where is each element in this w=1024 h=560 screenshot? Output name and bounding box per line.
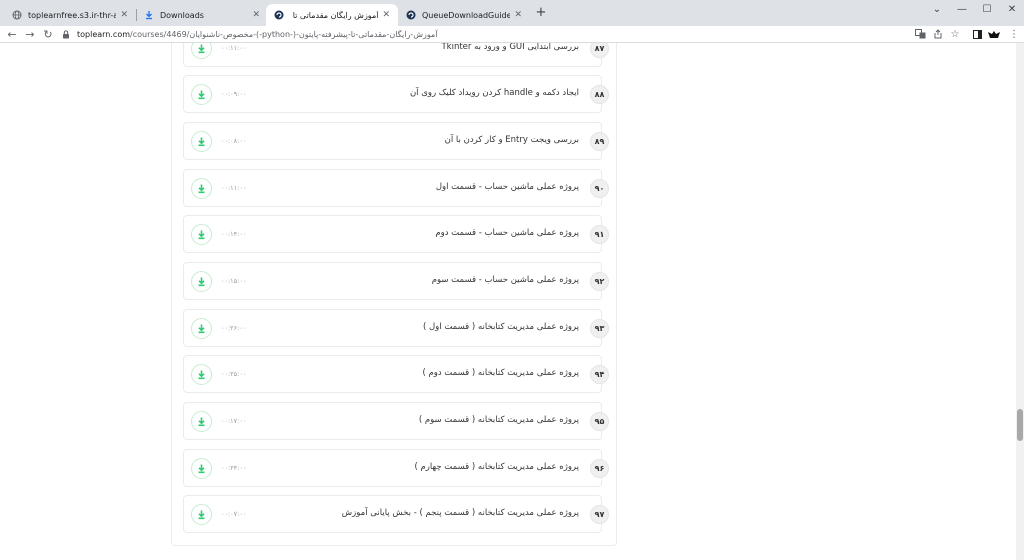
download-icon[interactable] xyxy=(191,43,212,59)
download-icon xyxy=(144,10,154,20)
lesson-duration: ۰۰:۰۷:۰۰ xyxy=(221,510,247,518)
page-content: ۸۷ بررسی ابتدایی GUI و ورود به Tkinter ۰۰:… xyxy=(0,43,1024,560)
lesson-number-badge: ۸۹ xyxy=(590,132,609,151)
lesson-row[interactable]: ۹۷ پروژه عملی مدیریت کتابخانه ( قسمت پنجم… xyxy=(183,495,609,533)
lesson-row[interactable]: ۹۰ پروژه عملی ماشین حساب - قسمت اول ۰۰:۱۱:… xyxy=(183,169,609,207)
download-icon[interactable] xyxy=(191,411,212,432)
lesson-title[interactable]: پروژه عملی ماشین حساب - قسمت اول xyxy=(436,182,579,192)
download-icon[interactable] xyxy=(191,84,212,105)
tab-title: toplearnfree.s3.ir-thr-at1.arvansto xyxy=(28,10,117,20)
lesson-number-badge: ۹۴ xyxy=(590,365,609,384)
tab-course-page[interactable]: آموزش رایگان مقدماتی تا پیشرفته پ ✕ xyxy=(266,4,398,26)
lesson-number-badge: ۹۱ xyxy=(590,225,609,244)
download-icon[interactable] xyxy=(191,458,212,479)
download-icon[interactable] xyxy=(191,178,212,199)
close-icon[interactable]: ✕ xyxy=(252,10,260,20)
lesson-number-badge: ۹۳ xyxy=(590,319,609,338)
lesson-duration: ۰۰:۰۹:۰۰ xyxy=(221,90,247,98)
lesson-row[interactable]: ۹۶ پروژه عملی مدیریت کتابخانه ( قسمت چهار… xyxy=(183,449,609,487)
page-scrollbar[interactable] xyxy=(1016,43,1024,560)
side-panel-icon[interactable] xyxy=(969,26,985,42)
tab-queue-download-guide[interactable]: QueueDownloadGuide.pdf ✕ xyxy=(398,4,530,26)
lesson-duration: ۰۰:۱۱:۰۰ xyxy=(221,44,247,52)
lesson-row[interactable]: ۹۴ پروژه عملی مدیریت کتابخانه ( قسمت دوم … xyxy=(183,355,609,393)
lesson-title[interactable]: پروژه عملی مدیریت کتابخانه ( قسمت دوم ) xyxy=(422,368,579,378)
toplearn-logo-icon xyxy=(274,10,284,20)
lesson-number-badge: ۹۲ xyxy=(590,272,609,291)
tab-search-icon[interactable]: ⌄ xyxy=(925,0,949,18)
url-host: toplearn.com xyxy=(77,29,131,39)
lesson-title[interactable]: پروژه عملی مدیریت کتابخانه ( قسمت اول ) xyxy=(423,322,579,332)
lesson-duration: ۰۰:۰۸:۰۰ xyxy=(221,137,247,145)
tab-strip: toplearnfree.s3.ir-thr-at1.arvansto ✕ Do… xyxy=(0,0,1024,26)
lesson-duration: ۰۰:۲۵:۰۰ xyxy=(221,370,247,378)
lesson-number-badge: ۹۵ xyxy=(590,412,609,431)
download-icon[interactable] xyxy=(191,224,212,245)
new-tab-button[interactable]: + xyxy=(533,5,549,21)
globe-icon xyxy=(12,10,22,20)
minimize-button[interactable]: — xyxy=(950,0,974,18)
reload-button[interactable]: ↻ xyxy=(40,26,56,42)
profile-avatar-icon[interactable] xyxy=(986,26,1002,42)
url-path: /courses/4469/مخصوص-ناشنوایان-(-python-)… xyxy=(130,29,438,39)
browser-toolbar: ← → ↻ toplearn.com/courses/4469/مخصوص-نا… xyxy=(0,26,1024,42)
lesson-row[interactable]: ۹۳ پروژه عملی مدیریت کتابخانه ( قسمت اول … xyxy=(183,309,609,347)
lesson-duration: ۰۰:۱۷:۰۰ xyxy=(221,417,247,425)
lesson-title[interactable]: ایجاد دکمه و handle کردن رویداد کلیک روی… xyxy=(410,88,579,98)
close-icon[interactable]: ✕ xyxy=(514,10,522,20)
lesson-number-badge: ۸۸ xyxy=(590,85,609,104)
lesson-duration: ۰۰:۱۱:۰۰ xyxy=(221,184,247,192)
lesson-number-badge: ۹۰ xyxy=(590,179,609,198)
lesson-duration: ۰۰:۱۴:۰۰ xyxy=(221,230,247,238)
lesson-row[interactable]: ۸۸ ایجاد دکمه و handle کردن رویداد کلیک ر… xyxy=(183,75,609,113)
lock-icon xyxy=(62,29,72,39)
download-icon[interactable] xyxy=(191,131,212,152)
lesson-title[interactable]: پروژه عملی ماشین حساب - قسمت دوم xyxy=(435,228,579,238)
download-icon[interactable] xyxy=(191,504,212,525)
lesson-number-badge: ۹۷ xyxy=(590,505,609,524)
lesson-title[interactable]: پروژه عملی ماشین حساب - قسمت سوم xyxy=(432,275,579,285)
lesson-duration: ۰۰:۲۶:۰۰ xyxy=(221,324,247,332)
lesson-duration: ۰۰:۲۴:۰۰ xyxy=(221,464,247,472)
url-text: toplearn.com/courses/4469/مخصوص-ناشنوایا… xyxy=(77,30,438,39)
share-icon[interactable] xyxy=(930,26,946,42)
close-icon[interactable]: ✕ xyxy=(120,10,128,20)
lesson-title[interactable]: بررسی ویجت Entry و کار کردن با آن xyxy=(445,135,579,145)
lesson-duration: ۰۰:۱۵:۰۰ xyxy=(221,277,247,285)
download-icon[interactable] xyxy=(191,271,212,292)
toplearn-logo-icon xyxy=(406,10,416,20)
lesson-title[interactable]: پروژه عملی مدیریت کتابخانه ( قسمت چهارم … xyxy=(414,462,579,472)
close-icon[interactable]: ✕ xyxy=(382,10,390,20)
lesson-title[interactable]: پروژه عملی مدیریت کتابخانه ( قسمت سوم ) xyxy=(419,415,579,425)
lesson-row[interactable]: ۹۵ پروژه عملی مدیریت کتابخانه ( قسمت سوم … xyxy=(183,402,609,440)
menu-kebab-icon[interactable]: ⋮ xyxy=(1006,26,1022,42)
lesson-title[interactable]: بررسی ابتدایی GUI و ورود به Tkinter xyxy=(441,43,579,52)
address-bar[interactable]: toplearn.com/courses/4469/مخصوص-ناشنوایا… xyxy=(62,26,908,42)
maximize-button[interactable]: ☐ xyxy=(975,0,999,18)
tab-title: آموزش رایگان مقدماتی تا پیشرفته پ xyxy=(290,10,379,20)
bookmark-star-icon[interactable]: ☆ xyxy=(947,26,963,42)
translate-icon[interactable] xyxy=(912,26,928,42)
forward-button[interactable]: → xyxy=(22,26,38,42)
scrollbar-thumb[interactable] xyxy=(1017,409,1023,441)
tab-title: Downloads xyxy=(160,10,204,20)
tab-toplearnfree[interactable]: toplearnfree.s3.ir-thr-at1.arvansto ✕ xyxy=(4,4,136,26)
lesson-number-badge: ۹۶ xyxy=(590,459,609,478)
download-icon[interactable] xyxy=(191,318,212,339)
download-icon[interactable] xyxy=(191,364,212,385)
close-window-button[interactable]: ✕ xyxy=(1000,0,1024,18)
lesson-row[interactable]: ۹۲ پروژه عملی ماشین حساب - قسمت سوم ۰۰:۱۵:… xyxy=(183,262,609,300)
tab-title: QueueDownloadGuide.pdf xyxy=(422,10,511,20)
lesson-row[interactable]: ۸۷ بررسی ابتدایی GUI و ورود به Tkinter ۰۰:… xyxy=(183,43,609,67)
tab-downloads[interactable]: Downloads ✕ xyxy=(136,4,268,26)
lesson-row[interactable]: ۸۹ بررسی ویجت Entry و کار کردن با آن ۰۰:۰۸… xyxy=(183,122,609,160)
lesson-title[interactable]: پروژه عملی مدیریت کتابخانه ( قسمت پنجم )… xyxy=(342,508,579,518)
back-button[interactable]: ← xyxy=(4,26,20,42)
lesson-row[interactable]: ۹۱ پروژه عملی ماشین حساب - قسمت دوم ۰۰:۱۴:… xyxy=(183,215,609,253)
